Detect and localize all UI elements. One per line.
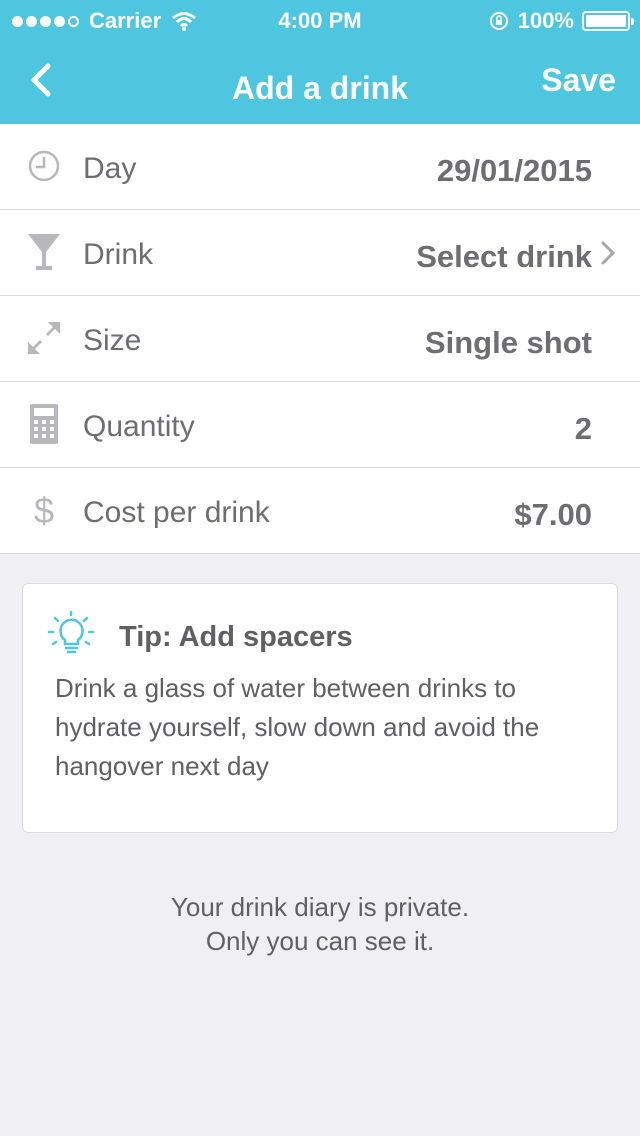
status-bar: Carrier 4:00 PM 100% xyxy=(0,6,640,36)
save-button[interactable]: Save xyxy=(541,62,616,99)
privacy-line-2: Only you can see it. xyxy=(205,926,435,956)
rotation-lock-icon xyxy=(489,12,508,30)
cocktail-glass-icon xyxy=(28,234,60,270)
privacy-line-1: Your drink diary is private. xyxy=(170,892,470,922)
dollar-icon: $ xyxy=(34,490,54,530)
svg-text:$: $ xyxy=(34,490,54,530)
tip-title: Tip: Add spacers xyxy=(119,621,353,653)
quantity-value: 2 xyxy=(574,411,592,446)
drink-value: Select drink xyxy=(416,239,592,274)
privacy-note: Your drink diary is private. Only you ca… xyxy=(0,890,640,958)
cost-label: Cost per drink xyxy=(83,496,270,529)
size-value: Single shot xyxy=(424,325,592,360)
tip-card: Tip: Add spacers Drink a glass of water … xyxy=(22,583,618,833)
cost-value: $7.00 xyxy=(514,497,592,532)
chevron-right-icon xyxy=(601,241,616,265)
battery-icon xyxy=(582,11,634,31)
quantity-label: Quantity xyxy=(83,410,195,443)
size-label: Size xyxy=(83,324,142,357)
drink-row[interactable]: Drink Select drink xyxy=(0,210,640,296)
nav-header: Carrier 4:00 PM 100% Add a drink Save xyxy=(0,0,640,124)
resize-arrows-icon xyxy=(28,322,60,354)
quantity-row[interactable]: Quantity 2 xyxy=(0,382,640,468)
calculator-icon xyxy=(30,404,58,444)
day-value: 29/01/2015 xyxy=(436,153,592,188)
drink-label: Drink xyxy=(83,238,154,271)
battery-percent: 100% xyxy=(517,8,574,33)
day-label: Day xyxy=(83,152,137,185)
clock-icon xyxy=(28,150,60,182)
lightbulb-icon xyxy=(47,610,95,654)
drink-form: Day 29/01/2015 Drink Select drink Size S… xyxy=(0,124,640,554)
cost-row[interactable]: $ Cost per drink $7.00 xyxy=(0,468,640,553)
size-row[interactable]: Size Single shot xyxy=(0,296,640,382)
tip-body: Drink a glass of water between drinks to… xyxy=(55,673,540,781)
day-row[interactable]: Day 29/01/2015 xyxy=(0,124,640,210)
